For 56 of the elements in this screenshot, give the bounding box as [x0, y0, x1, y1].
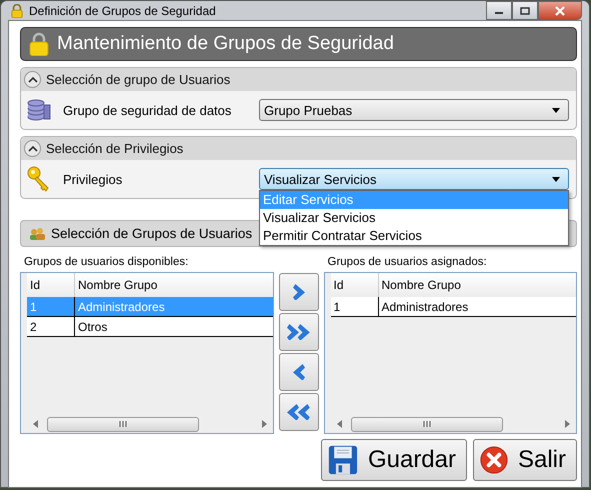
chevron-up-icon [28, 76, 38, 84]
table-row[interactable]: 2 Otros [27, 317, 272, 337]
close-icon [554, 6, 566, 16]
move-left-button[interactable] [278, 353, 318, 391]
minimize-button[interactable] [486, 1, 512, 20]
section-title: Selección de Privilegios [46, 141, 184, 156]
grid-label: Grupos de usuarios disponibles: [23, 255, 190, 269]
table-cell: 1 [27, 297, 75, 316]
lock-icon [11, 4, 23, 18]
chevron-right-icon [292, 284, 304, 300]
scroll-left-icon [336, 420, 342, 428]
maximize-button[interactable] [512, 1, 538, 20]
scroll-left-icon [33, 420, 39, 428]
section-title: Selección de Grupos de Usuarios [51, 226, 252, 241]
key-icon [27, 166, 51, 192]
caret-icon [552, 108, 560, 112]
table-cell: 1 [330, 297, 378, 316]
window-title: Definición de Grupos de Seguridad [29, 4, 216, 18]
users-icon [29, 226, 45, 240]
scroll-right-icon [260, 420, 266, 428]
double-chevron-left-icon [287, 404, 310, 420]
move-all-left-button[interactable] [278, 393, 318, 431]
dropdown[interactable]: Grupo Pruebas [259, 99, 569, 121]
grip-icon [118, 421, 128, 427]
field-label: Privilegios [62, 172, 124, 186]
section-title: Selección de grupo de Usuarios [46, 72, 230, 87]
collapse-button[interactable] [24, 71, 41, 88]
maximize-icon [520, 6, 530, 14]
grid-label: Grupos de usuarios asignados: [326, 255, 488, 269]
dropdown-option[interactable]: Permitir Contratar Servicios [260, 227, 568, 245]
chevron-up-icon [28, 144, 38, 152]
close-button[interactable] [538, 1, 582, 20]
table-cell-text: Administradores [380, 298, 470, 316]
table-cell-text: Otros [77, 318, 108, 336]
move-all-right-button[interactable] [278, 313, 318, 351]
dropdown[interactable]: Visualizar Servicios [259, 168, 569, 190]
lock-icon [29, 32, 49, 56]
header-title: Mantenimiento de Grupos de Seguridad [57, 33, 394, 55]
table-cell: 2 [27, 317, 75, 336]
scroll-right-icon [564, 420, 570, 428]
chevron-left-icon [292, 364, 304, 380]
move-right-button[interactable] [278, 273, 318, 311]
database-icon [27, 97, 51, 123]
caret-icon [552, 176, 560, 182]
table-cell-text: Administradores [77, 298, 166, 316]
column-header[interactable]: Nombre Grupo [378, 273, 576, 297]
save-button[interactable]: Guardar [321, 439, 467, 481]
field-label: Grupo de seguridad de datos [62, 102, 232, 118]
x-circle-icon [480, 444, 508, 476]
grip-icon [422, 421, 432, 427]
dropdown-option[interactable]: Visualizar Servicios [260, 209, 568, 227]
double-chevron-right-icon [287, 324, 310, 340]
table-row[interactable]: 1 Administradores [330, 297, 576, 317]
exit-button[interactable]: Salir [473, 439, 577, 481]
column-header[interactable]: Nombre Grupo [75, 273, 272, 297]
collapse-button[interactable] [24, 140, 41, 157]
